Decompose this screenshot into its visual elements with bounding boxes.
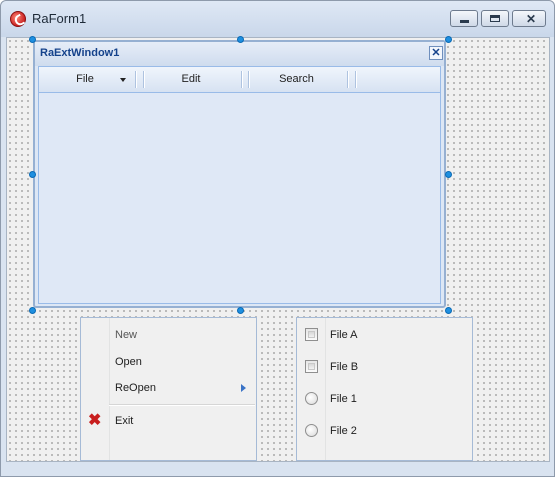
ext-window-header[interactable]: RaExtWindow1 ✕ [35, 42, 444, 66]
toolbar-file-label: File [76, 73, 94, 85]
option-label: File 2 [330, 425, 357, 437]
context-menu: New Open ReOpen ✖ Exit [80, 317, 257, 461]
menu-item-label: ReOpen [115, 382, 156, 394]
option-label: File B [330, 361, 359, 373]
toolbar-separator [241, 71, 242, 88]
option-file-1[interactable]: File 1 [297, 387, 472, 413]
app-logo-icon[interactable] [10, 11, 26, 27]
menu-item-exit[interactable]: ✖ Exit [81, 409, 256, 435]
menu-item-label: New [115, 329, 138, 341]
ext-window-body: File Edit Search [38, 66, 441, 304]
chevron-down-icon [120, 78, 126, 82]
resize-handle-bottom-left[interactable] [29, 307, 36, 314]
ext-toolbar: File Edit Search [39, 67, 440, 93]
resize-handle-bottom[interactable] [237, 307, 244, 314]
toolbar-separator [347, 71, 348, 88]
menu-divider [109, 404, 255, 406]
close-icon: ✕ [526, 12, 537, 26]
maximize-icon [490, 15, 500, 22]
resize-handle-right[interactable] [445, 171, 452, 178]
minimize-button[interactable] [450, 10, 478, 27]
submenu-arrow-icon [241, 384, 246, 392]
toolbar-separator [355, 71, 356, 88]
resize-handle-bottom-right[interactable] [445, 307, 452, 314]
ext-close-icon[interactable]: ✕ [429, 46, 443, 60]
close-button[interactable]: ✕ [512, 10, 546, 27]
menu-item-open[interactable]: Open [81, 350, 256, 376]
ext-window-title: RaExtWindow1 [40, 47, 120, 59]
toolbar-search-button[interactable]: Search [249, 67, 344, 92]
radio-icon[interactable] [305, 424, 318, 437]
checkbox-icon[interactable] [305, 360, 318, 373]
form-title: RaForm1 [32, 11, 87, 26]
toolbar-edit-button[interactable]: Edit [144, 67, 238, 92]
option-file-2[interactable]: File 2 [297, 419, 472, 445]
resize-handle-left[interactable] [29, 171, 36, 178]
menu-item-label: Open [115, 356, 142, 368]
resize-handle-top-right[interactable] [445, 36, 452, 43]
options-panel: File A File B File 1 File 2 [296, 317, 473, 461]
form-titlebar[interactable]: RaForm1 ✕ [1, 1, 554, 37]
toolbar-search-label: Search [279, 73, 314, 85]
radio-icon[interactable] [305, 392, 318, 405]
minimize-icon [460, 20, 469, 23]
toolbar-separator [135, 71, 136, 88]
maximize-button[interactable] [481, 10, 509, 27]
checkbox-icon[interactable] [305, 328, 318, 341]
toolbar-edit-label: Edit [181, 73, 201, 85]
menu-item-reopen[interactable]: ReOpen [81, 376, 256, 402]
exit-x-icon: ✖ [88, 412, 102, 429]
toolbar-file-button[interactable]: File [41, 67, 129, 92]
option-label: File 1 [330, 393, 357, 405]
menu-item-new[interactable]: New [81, 323, 256, 349]
option-label: File A [330, 329, 358, 341]
resize-handle-top[interactable] [237, 36, 244, 43]
resize-handle-top-left[interactable] [29, 36, 36, 43]
menu-item-label: Exit [115, 415, 134, 427]
ext-window[interactable]: RaExtWindow1 ✕ File Edit Search [33, 40, 446, 308]
option-file-b[interactable]: File B [297, 355, 472, 381]
option-file-a[interactable]: File A [297, 323, 472, 349]
